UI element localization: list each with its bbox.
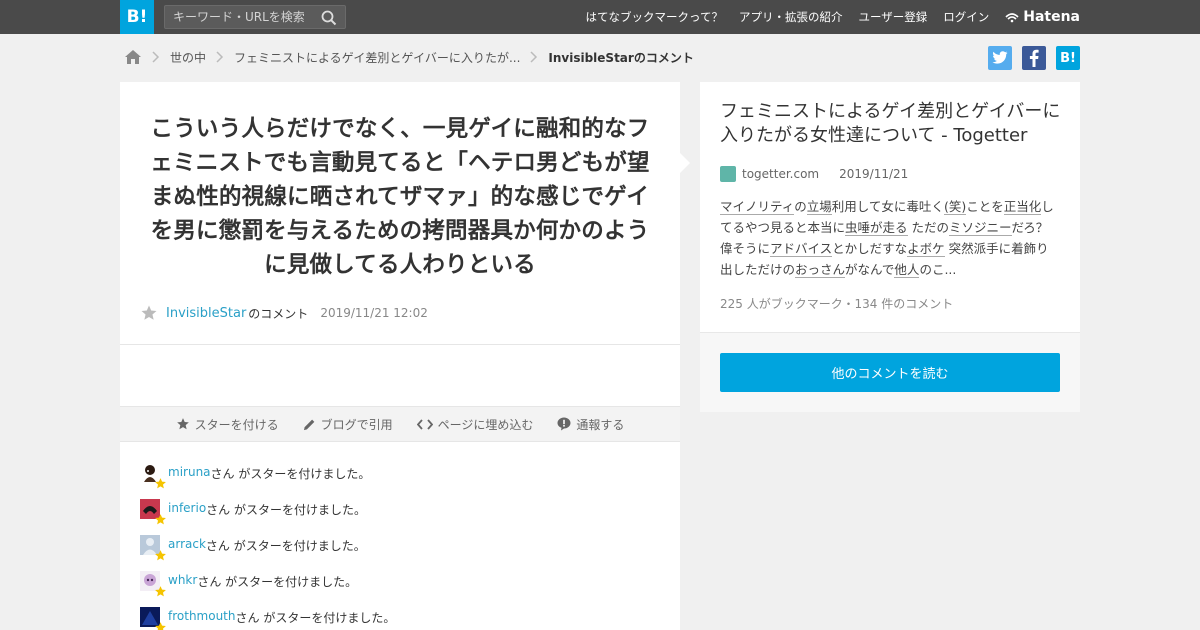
keyword-link[interactable]: 立場 [806,199,832,215]
code-icon [416,418,433,430]
star-user-link[interactable]: arrack [168,537,206,551]
star-user-link[interactable]: inferio [168,501,206,515]
star-icon [155,514,166,525]
star-message: さん がスターを付けました。 [197,575,358,589]
home-icon[interactable] [124,49,142,65]
star-icon [176,418,189,430]
star-user-link[interactable]: whkr [168,573,197,587]
summary-text: のこ... [919,262,957,277]
twitter-icon [992,51,1008,64]
facebook-icon [1029,49,1039,67]
comment-text: こういう人らだけでなく、一見ゲイに融和的なフェミニストでも言動見てると「ヘテロ男… [150,116,650,278]
keyword-link[interactable]: マイノリティ [720,199,795,215]
hatena-mark-icon [1005,13,1019,23]
entry-card: フェミニストによるゲイ差別とゲイバーに入りたがる女性達について - Togett… [700,82,1080,412]
breadcrumb-entry[interactable]: フェミニストによるゲイ差別とゲイバーに入りたが... [234,49,520,66]
hatena-bookmark-logo[interactable]: B! [120,0,154,34]
entry-title-link[interactable]: フェミニストによるゲイ差別とゲイバーに入りたがる女性達について - Togett… [720,100,1065,148]
star-icon [155,586,166,597]
twitter-share-button[interactable] [988,46,1012,70]
star-icon [155,550,166,561]
star-message: さん がスターを付けました。 [205,539,366,553]
comment-meta: InvisibleStar のコメント 2019/11/21 12:02 [140,304,428,322]
star-message: さん がスターを付けました。 [206,503,366,517]
breadcrumb-category[interactable]: 世の中 [170,49,206,66]
star-message: さん がスターを付けました。 [235,611,396,625]
comment-card: こういう人らだけでなく、一見ゲイに融和的なフェミニストでも言動見てると「ヘテロ男… [120,82,680,630]
nav-apps[interactable]: アプリ・拡張の紹介 [739,9,843,25]
comment-user-link[interactable]: InvisibleStar [166,306,246,321]
keyword-link[interactable]: 虫唾が走る [845,220,908,236]
summary-text: がなんで [845,262,895,277]
hatena-brand-link[interactable]: Hatena [1005,9,1080,25]
nav-about[interactable]: はてなブックマークって？ [586,9,723,25]
star-user-link[interactable]: frothmouth [168,609,236,623]
search-input[interactable] [165,6,315,28]
star-users-list: miruna さん がスターを付けました。 inferio さん がスターを付け… [140,460,660,630]
star-icon [155,622,166,630]
hatena-bookmark-share-button[interactable]: B! [1056,46,1080,70]
search-box [164,5,346,29]
action-bar: スターを付ける ブログで引用 ページに埋め込む 通報する [120,406,680,442]
summary-text: とかしだすな [832,241,908,256]
entry-domain-link[interactable]: togetter.com [742,167,819,181]
keyword-link[interactable]: アドバイス [770,241,833,257]
pencil-icon [303,419,314,430]
summary-text: ただの [907,220,950,235]
embed-button[interactable]: ページに埋め込む [416,416,534,433]
nav-login[interactable]: ログイン [943,9,989,25]
site-favicon-icon [720,166,736,182]
entry-footer: 他のコメントを読む [700,332,1080,412]
entry-counts: 225 人がブックマーク・134 件のコメント [720,297,954,311]
chevron-right-icon [216,51,224,63]
entry-summary: マイノリティの立場利用して女に毒吐く(笑)ことを正当化してるやつ見ると本当に虫唾… [720,196,1060,280]
nav-register[interactable]: ユーザー登録 [858,9,927,25]
keyword-link[interactable]: (笑) [943,199,967,215]
blog-quote-button[interactable]: ブログで引用 [303,416,393,433]
breadcrumb: 世の中 フェミニストによるゲイ差別とゲイバーに入りたが... Invisible… [124,47,694,67]
hatena-brand-label: Hatena [1023,9,1080,25]
summary-text: ことを [966,199,1004,214]
summary-text: の [794,199,807,214]
divider [120,344,680,345]
comment-date: 2019/11/21 12:02 [320,306,428,320]
list-item: frothmouth さん がスターを付けました。 [140,604,660,630]
entry-date: 2019/11/21 [839,167,909,181]
star-message: さん がスターを付けました。 [210,467,371,481]
comment-suffix: のコメント [248,306,309,321]
add-star-label: スターを付ける [194,417,279,432]
keyword-link[interactable]: 正当化 [1003,199,1042,215]
list-item: miruna さん がスターを付けました。 [140,460,660,496]
entry-source: togetter.com 2019/11/21 [720,166,908,182]
keyword-link[interactable]: ミソジニー [949,220,1012,236]
top-bar: B! はてなブックマークって？ アプリ・拡張の紹介 ユーザー登録 ログイン Ha… [0,0,1200,34]
list-item: arrack さん がスターを付けました。 [140,532,660,568]
card-pointer [680,153,690,173]
top-nav: はてなブックマークって？ アプリ・拡張の紹介 ユーザー登録 ログイン Haten… [570,0,1080,34]
chevron-right-icon [152,51,160,63]
star-icon[interactable] [140,304,158,322]
facebook-share-button[interactable] [1022,46,1046,70]
list-item: whkr さん がスターを付けました。 [140,568,660,604]
star-user-link[interactable]: miruna [168,465,211,479]
embed-label: ページに埋め込む [437,417,534,432]
blog-quote-label: ブログで引用 [320,417,393,432]
share-buttons: B! [978,46,1080,70]
chevron-right-icon [530,51,538,63]
star-icon [155,478,166,489]
search-icon[interactable] [321,10,337,26]
report-button[interactable]: 通報する [557,416,624,433]
keyword-link[interactable]: おっさん [795,262,846,278]
summary-text: 利用して女に毒吐く [831,199,944,214]
breadcrumb-current: InvisibleStarのコメント [548,50,694,65]
keyword-link[interactable]: よボケ [907,241,945,257]
report-icon [557,417,571,431]
report-label: 通報する [576,417,625,432]
read-other-comments-button[interactable]: 他のコメントを読む [720,353,1060,392]
add-star-button[interactable]: スターを付ける [176,416,279,433]
keyword-link[interactable]: 他人 [894,262,920,278]
list-item: inferio さん がスターを付けました。 [140,496,660,532]
